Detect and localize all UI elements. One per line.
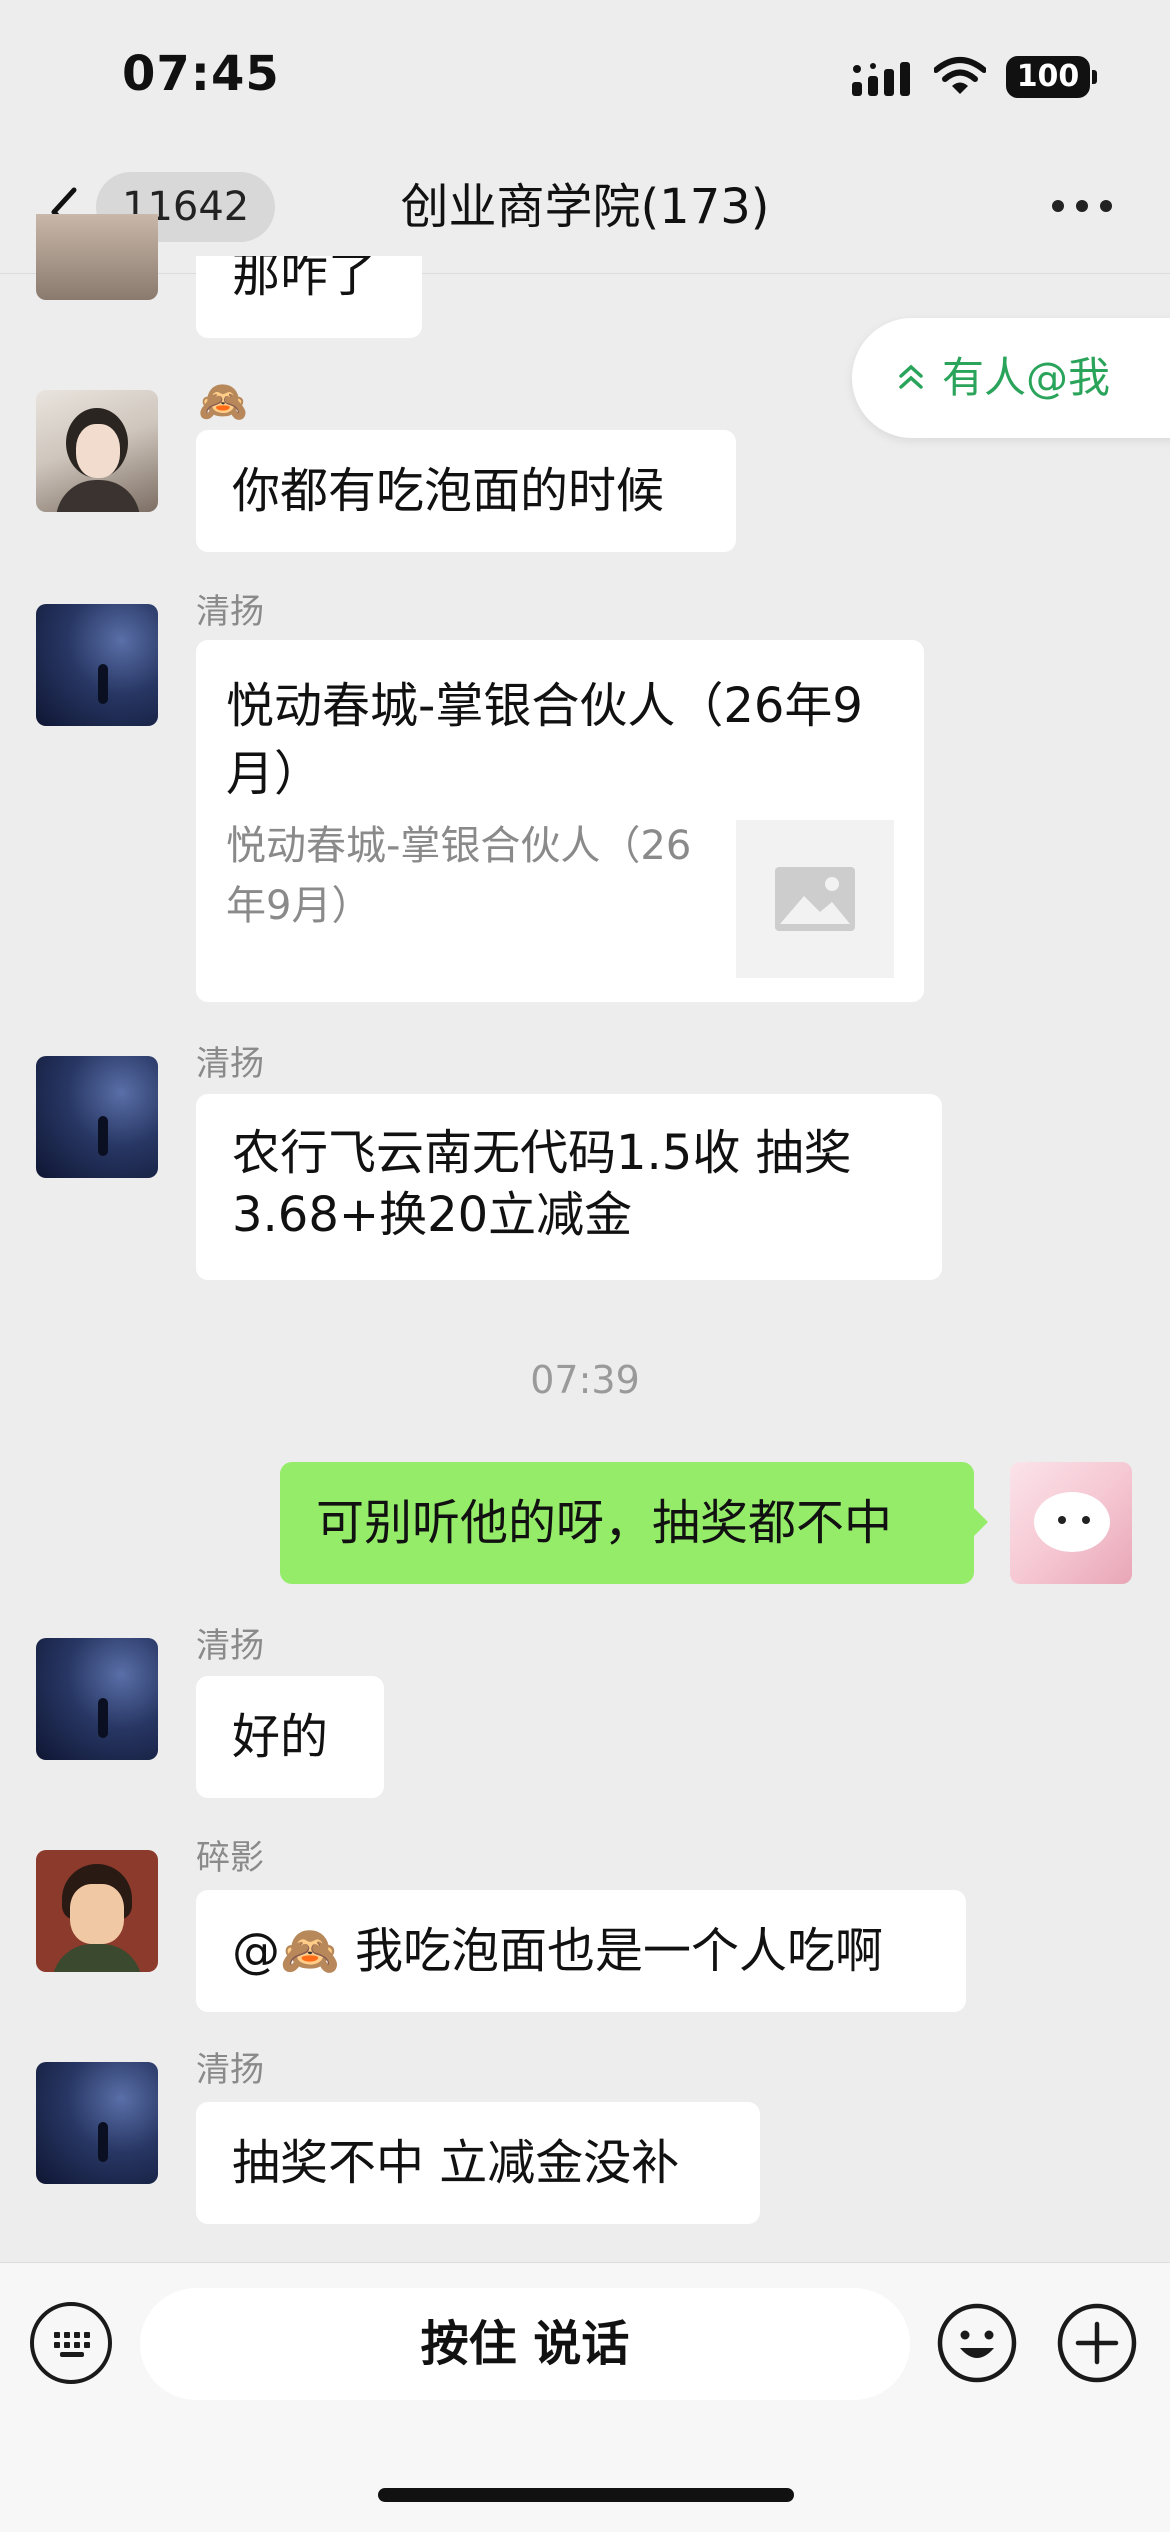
wifi-icon	[934, 57, 986, 94]
avatar[interactable]	[36, 604, 158, 726]
chat-title[interactable]: 创业商学院(173)	[280, 174, 890, 240]
message-text: 抽奖不中 立减金没补	[232, 2135, 680, 2191]
avatar[interactable]	[36, 1638, 158, 1760]
message-text: 那咋了	[232, 256, 377, 303]
status-time: 07:45	[122, 46, 280, 102]
image-placeholder-icon	[775, 867, 855, 931]
at-me-label: 有人@我	[942, 353, 1111, 402]
link-thumbnail	[736, 820, 894, 978]
sender-name: 清扬	[196, 2050, 264, 2090]
keyboard-icon[interactable]	[30, 2302, 112, 2384]
sender-name: 清扬	[196, 1626, 264, 1666]
sender-name: 碎影	[196, 1838, 264, 1878]
avatar[interactable]	[36, 214, 158, 300]
time-divider: 07:39	[530, 1358, 640, 1402]
hold-to-talk-button[interactable]: 按住 说话	[140, 2288, 910, 2400]
message-text: 我吃泡面也是一个人吃啊	[339, 1923, 884, 1979]
battery-icon: 100	[1006, 56, 1090, 98]
plus-circle-icon[interactable]	[1056, 2302, 1138, 2384]
avatar[interactable]	[36, 2062, 158, 2184]
monkey-emoji: 🙈	[198, 379, 248, 425]
own-avatar[interactable]	[1010, 1462, 1132, 1584]
monkey-emoji: 🙈	[280, 1923, 340, 1979]
message-text: 好的	[232, 1709, 329, 1765]
avatar[interactable]	[36, 1850, 158, 1972]
message-bubble[interactable]: 抽奖不中 立减金没补	[196, 2102, 760, 2224]
message-text: 可别听他的呀，抽奖都不中	[316, 1495, 893, 1551]
sender-name: 清扬	[196, 592, 264, 632]
double-chevron-up-icon	[899, 364, 923, 389]
battery-tip	[1092, 70, 1097, 84]
bubble-tail	[974, 1508, 988, 1536]
cellular-signal-icon	[852, 62, 910, 96]
message-bubble[interactable]: 你都有吃泡面的时候	[196, 430, 736, 552]
link-card-description: 悦动春城-掌银合伙人（26年9月）	[226, 823, 692, 929]
avatar[interactable]	[36, 1056, 158, 1178]
message-bubble[interactable]: 好的	[196, 1676, 384, 1798]
message-bubble[interactable]: 那咋了	[196, 256, 422, 338]
message-bubble[interactable]: 农行飞云南无代码1.5收 抽奖 3.68+换20立减金	[196, 1094, 942, 1280]
message-text-line: 3.68+换20立减金	[232, 1187, 633, 1243]
mention-at: @	[232, 1923, 280, 1979]
avatar[interactable]	[36, 390, 158, 512]
message-text: 你都有吃泡面的时候	[232, 463, 665, 519]
own-message-bubble[interactable]: 可别听他的呀，抽奖都不中	[280, 1462, 974, 1584]
home-indicator	[378, 2488, 794, 2502]
smiley-icon[interactable]	[936, 2302, 1018, 2384]
sender-name: 清扬	[196, 1044, 264, 1084]
message-bubble[interactable]: @🙈 我吃泡面也是一个人吃啊	[196, 1890, 966, 2012]
message-text-line: 农行飞云南无代码1.5收 抽奖	[232, 1125, 852, 1181]
more-horizontal-icon[interactable]	[1052, 196, 1112, 216]
link-card-title: 悦动春城-掌银合伙人（26年9月）	[226, 678, 863, 802]
